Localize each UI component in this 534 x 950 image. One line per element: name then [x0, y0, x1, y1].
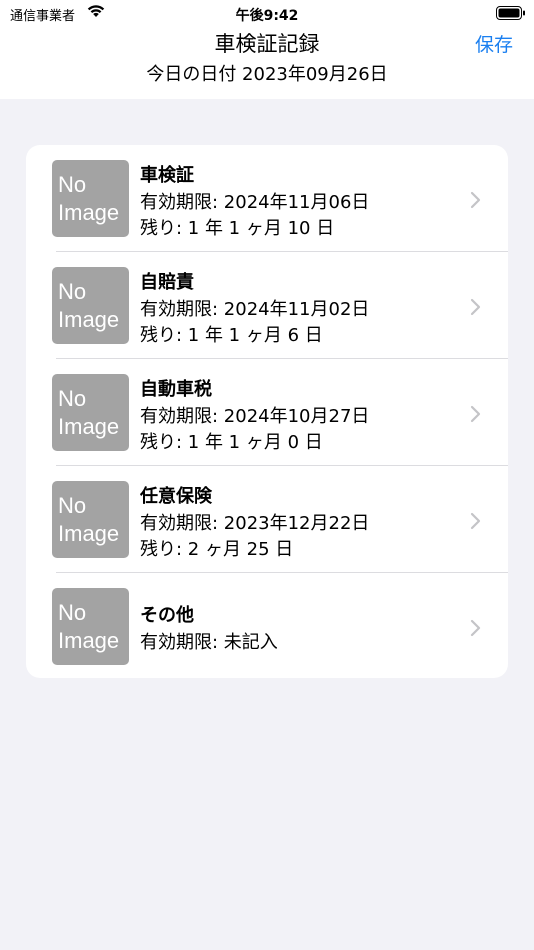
- list-item-shaken[interactable]: No Image 車検証 有効期限: 2024年11月06日 残り: 1 年 1…: [26, 145, 508, 252]
- chevron-right-icon: [470, 298, 482, 320]
- item-expiry: 有効期限: 2023年12月22日: [140, 513, 370, 534]
- placeholder-line-2: Image: [58, 200, 120, 225]
- save-button[interactable]: 保存: [475, 30, 513, 57]
- item-remaining: 残り: 1 年 1 ヶ月 0 日: [140, 432, 323, 453]
- item-remaining: 残り: 2 ヶ月 25 日: [140, 539, 294, 560]
- no-image-placeholder: No Image: [52, 160, 129, 237]
- page-title: 車検証記録: [214, 32, 320, 56]
- placeholder-line-1: No: [58, 279, 87, 304]
- placeholder-line-1: No: [58, 386, 87, 411]
- chevron-right-icon: [470, 619, 482, 641]
- battery-icon: [496, 6, 526, 24]
- chevron-right-icon: [470, 191, 482, 213]
- item-expiry: 有効期限: 2024年11月02日: [140, 299, 370, 320]
- no-image-placeholder: No Image: [52, 588, 129, 665]
- navigation-bar: 通信事業者 午後9:42 車検証記録 今日の日付 2023年09月26日 保存: [0, 0, 534, 99]
- placeholder-line-2: Image: [58, 628, 120, 653]
- item-title: 自動車税: [140, 379, 212, 400]
- item-title: 車検証: [140, 165, 194, 186]
- today-date: 今日の日付 2023年09月26日: [146, 64, 388, 85]
- list-item-car-tax[interactable]: No Image 自動車税 有効期限: 2024年10月27日 残り: 1 年 …: [26, 359, 508, 466]
- status-bar: 通信事業者 午後9:42: [0, 0, 534, 28]
- item-expiry: 有効期限: 未記入: [140, 632, 278, 653]
- placeholder-line-1: No: [58, 600, 87, 625]
- list-item-voluntary-insurance[interactable]: No Image 任意保険 有効期限: 2023年12月22日 残り: 2 ヶ月…: [26, 466, 508, 573]
- list-item-jibaiseki[interactable]: No Image 自賠責 有効期限: 2024年11月02日 残り: 1 年 1…: [26, 252, 508, 359]
- placeholder-line-1: No: [58, 172, 87, 197]
- item-remaining: 残り: 1 年 1 ヶ月 10 日: [140, 218, 335, 239]
- placeholder-line-2: Image: [58, 307, 120, 332]
- chevron-right-icon: [470, 405, 482, 427]
- item-title: 任意保険: [140, 486, 212, 507]
- no-image-placeholder: No Image: [52, 374, 129, 451]
- no-image-placeholder: No Image: [52, 267, 129, 344]
- item-expiry: 有効期限: 2024年11月06日: [140, 192, 370, 213]
- placeholder-line-2: Image: [58, 521, 120, 546]
- placeholder-line-1: No: [58, 493, 87, 518]
- chevron-right-icon: [470, 512, 482, 534]
- records-list: No Image 車検証 有効期限: 2024年11月06日 残り: 1 年 1…: [26, 145, 508, 678]
- item-expiry: 有効期限: 2024年10月27日: [140, 406, 370, 427]
- list-item-other[interactable]: No Image その他 有効期限: 未記入: [26, 573, 508, 678]
- clock: 午後9:42: [235, 8, 299, 24]
- no-image-placeholder: No Image: [52, 481, 129, 558]
- item-title: 自賠責: [140, 272, 194, 293]
- placeholder-line-2: Image: [58, 414, 120, 439]
- item-title: その他: [140, 605, 194, 626]
- item-remaining: 残り: 1 年 1 ヶ月 6 日: [140, 325, 323, 346]
